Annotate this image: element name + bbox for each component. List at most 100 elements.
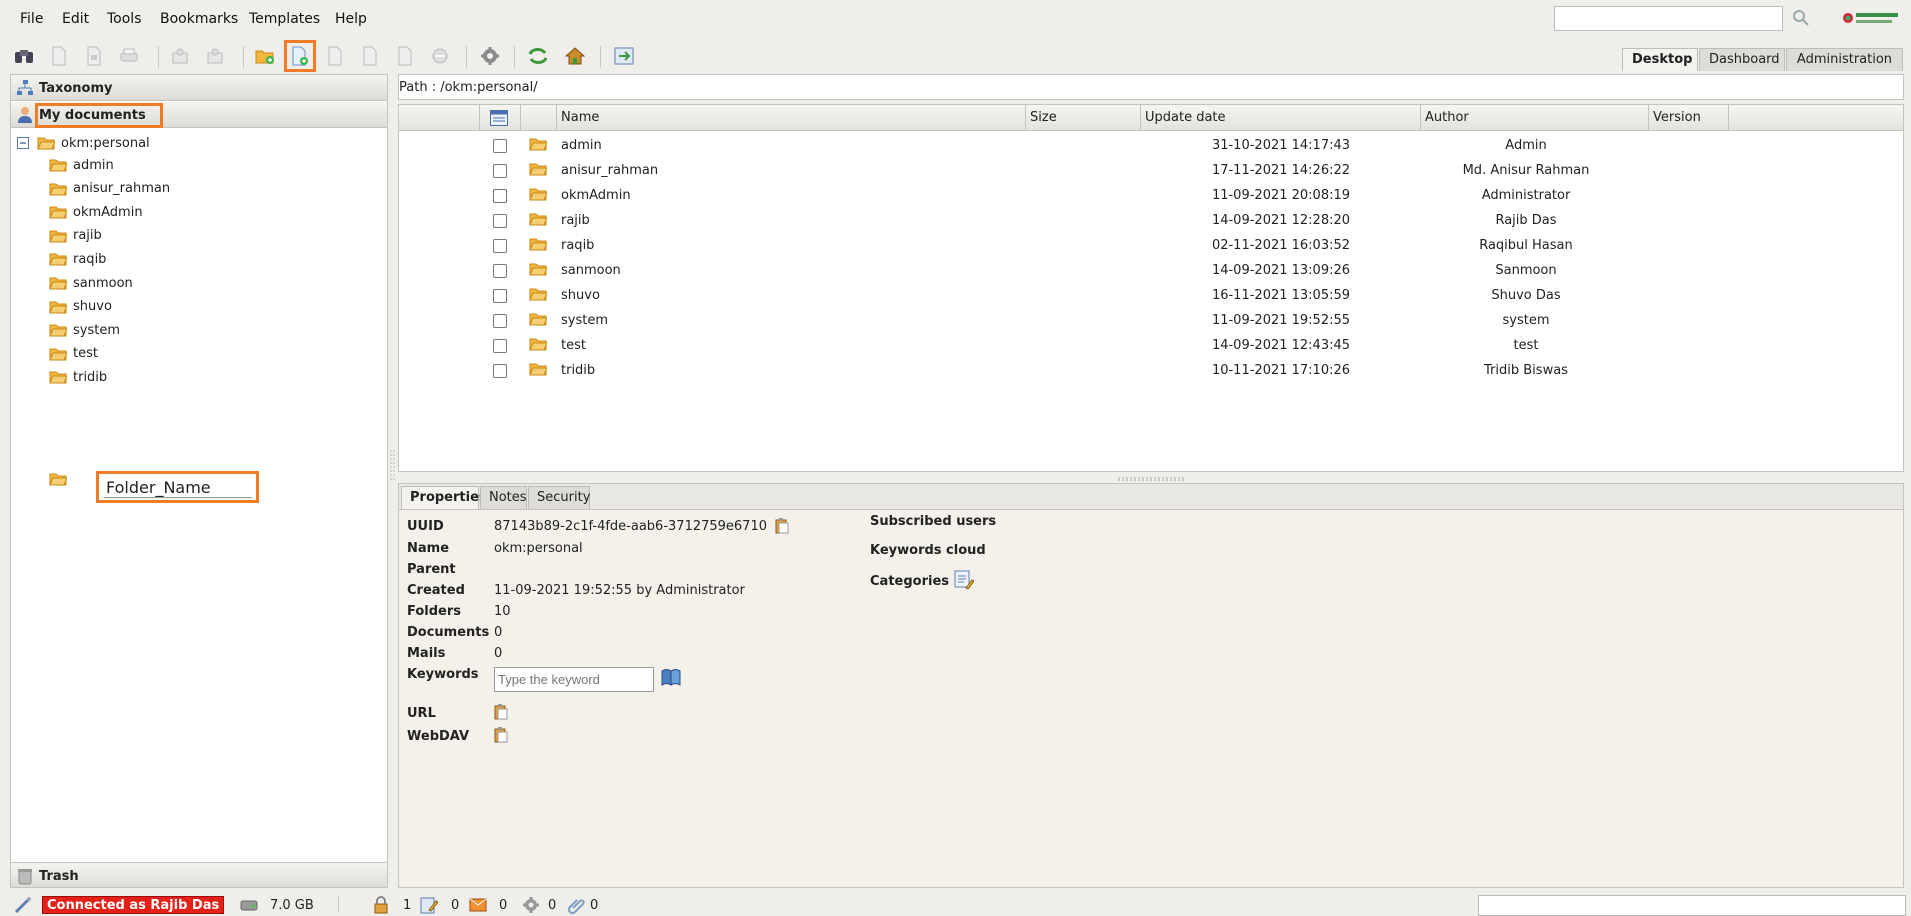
tab-notes[interactable]: Notes: [480, 486, 527, 510]
global-search-input[interactable]: [1554, 6, 1783, 31]
tab-properties[interactable]: Properties: [401, 486, 487, 510]
select-all-header[interactable]: [479, 105, 520, 131]
tree-folder-item[interactable]: tridib: [49, 367, 107, 387]
row-name[interactable]: okmAdmin: [561, 188, 631, 203]
my-documents-header[interactable]: My documents: [11, 102, 387, 128]
copy-url-icon[interactable]: [494, 704, 508, 720]
attachment-icon[interactable]: [568, 896, 586, 914]
row-name[interactable]: raqib: [561, 238, 594, 253]
tree-folder-item[interactable]: sanmoon: [49, 273, 133, 293]
tree-folder-item[interactable]: rajib: [49, 226, 102, 246]
row-checkbox[interactable]: [493, 164, 507, 178]
download-icon[interactable]: [358, 44, 382, 68]
column-size[interactable]: Size: [1025, 105, 1140, 131]
tree-folder-item[interactable]: okmAdmin: [49, 202, 143, 222]
row-checkbox[interactable]: [493, 239, 507, 253]
row-name[interactable]: tridib: [561, 363, 595, 378]
table-row[interactable]: okmAdmin 11-09-2021 20:08:19 Administrator: [399, 183, 1903, 208]
table-row[interactable]: raqib 02-11-2021 16:03:52 Raqibul Hasan: [399, 233, 1903, 258]
menu-edit[interactable]: Edit: [62, 11, 89, 27]
tab-security[interactable]: Security: [528, 486, 590, 510]
find-icon[interactable]: [12, 44, 36, 68]
folder-open-icon: [529, 138, 547, 151]
search-icon[interactable]: [1792, 9, 1810, 27]
tree-folder-item[interactable]: admin: [49, 155, 114, 175]
column-name[interactable]: Name: [556, 105, 1025, 131]
menu-templates[interactable]: Templates: [249, 11, 320, 27]
edit-icon[interactable]: [323, 44, 347, 68]
row-name[interactable]: sanmoon: [561, 263, 621, 278]
print-icon[interactable]: [117, 44, 141, 68]
attachment-count: 0: [590, 898, 599, 913]
add-document-icon[interactable]: [284, 40, 316, 72]
row-name[interactable]: shuvo: [561, 288, 600, 303]
tree-folder-item[interactable]: shuvo: [49, 297, 112, 317]
tree-folder-item[interactable]: raqib: [49, 249, 106, 269]
tree-folder-item[interactable]: anisur_rahman: [49, 179, 170, 199]
taxonomy-header[interactable]: Taxonomy: [11, 75, 387, 101]
new-folder-name-input[interactable]: Folder_Name: [96, 471, 259, 503]
horizontal-splitter[interactable]: [1118, 476, 1184, 482]
table-row[interactable]: system 11-09-2021 19:52:55 system: [399, 308, 1903, 333]
sync-icon[interactable]: [526, 44, 550, 68]
checkout-icon[interactable]: [168, 44, 192, 68]
row-checkbox[interactable]: [493, 314, 507, 328]
row-name[interactable]: rajib: [561, 213, 590, 228]
table-row[interactable]: tridib 10-11-2021 17:10:26 Tridib Biswas: [399, 358, 1903, 383]
tree-folder-item[interactable]: test: [49, 344, 98, 364]
menu-file[interactable]: File: [20, 11, 43, 27]
row-name[interactable]: test: [561, 338, 586, 353]
table-row[interactable]: admin 31-10-2021 14:17:43 Admin: [399, 133, 1903, 158]
workflow-icon[interactable]: [522, 896, 540, 914]
vertical-splitter[interactable]: [390, 450, 396, 480]
type-column-header[interactable]: [520, 105, 556, 131]
select-all-icon[interactable]: [490, 110, 508, 126]
tab-dashboard[interactable]: Dashboard: [1699, 48, 1785, 71]
tab-administration[interactable]: Administration: [1786, 48, 1903, 71]
checked-out-icon[interactable]: [420, 896, 438, 914]
table-row[interactable]: anisur_rahman 17-11-2021 14:26:22 Md. Anis…: [399, 158, 1903, 183]
checkin-icon[interactable]: [203, 44, 227, 68]
row-checkbox[interactable]: [493, 339, 507, 353]
home-icon[interactable]: [563, 44, 587, 68]
copy-uuid-icon[interactable]: [775, 518, 789, 534]
row-name[interactable]: admin: [561, 138, 602, 153]
menu-tools[interactable]: Tools: [107, 11, 142, 27]
table-row[interactable]: sanmoon 14-09-2021 13:09:26 Sanmoon: [399, 258, 1903, 283]
row-name[interactable]: anisur_rahman: [561, 163, 658, 178]
copy-webdav-icon[interactable]: [494, 727, 508, 743]
collapse-icon[interactable]: [17, 137, 29, 149]
menu-bookmarks[interactable]: Bookmarks: [160, 11, 238, 27]
table-row[interactable]: shuvo 16-11-2021 13:05:59 Shuvo Das: [399, 283, 1903, 308]
tab-desktop[interactable]: Desktop: [1622, 48, 1698, 71]
row-checkbox[interactable]: [493, 364, 507, 378]
create-folder-icon[interactable]: [253, 44, 277, 68]
delete-icon[interactable]: [428, 44, 452, 68]
table-row[interactable]: test 14-09-2021 12:43:45 test: [399, 333, 1903, 358]
tree-root[interactable]: okm:personal: [17, 133, 150, 153]
row-name[interactable]: system: [561, 313, 608, 328]
row-checkbox[interactable]: [493, 289, 507, 303]
upload-icon[interactable]: [393, 44, 417, 68]
tree-folder-item[interactable]: system: [49, 320, 120, 340]
column-version[interactable]: Version: [1648, 105, 1728, 131]
row-checkbox[interactable]: [493, 214, 507, 228]
refresh-doc-icon[interactable]: [47, 44, 71, 68]
export-icon[interactable]: [612, 44, 636, 68]
column-author[interactable]: Author: [1420, 105, 1648, 131]
settings-icon[interactable]: [478, 44, 502, 68]
row-checkbox[interactable]: [493, 139, 507, 153]
row-checkbox[interactable]: [493, 264, 507, 278]
keyword-book-icon[interactable]: [661, 668, 681, 686]
column-update-date[interactable]: Update date: [1140, 105, 1420, 131]
row-checkbox[interactable]: [493, 189, 507, 203]
table-row[interactable]: rajib 14-09-2021 12:28:20 Rajib Das: [399, 208, 1903, 233]
status-text-input[interactable]: [1478, 895, 1906, 916]
categories-edit-icon[interactable]: [954, 570, 974, 590]
keyword-input[interactable]: [494, 667, 654, 692]
trash-header[interactable]: Trash: [10, 862, 388, 888]
locked-documents-icon[interactable]: [372, 896, 390, 914]
menu-help[interactable]: Help: [335, 11, 367, 27]
messages-icon[interactable]: [469, 896, 487, 914]
lock-icon[interactable]: [82, 44, 106, 68]
